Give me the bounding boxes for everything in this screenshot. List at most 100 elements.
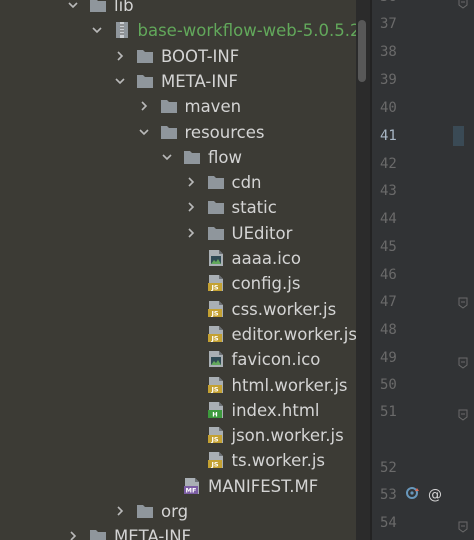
tree-item-label: base-workflow-web-5.0.5.2 (137, 21, 357, 41)
line-number: 44 (380, 211, 397, 227)
tree-row-meta-inf[interactable]: META-INF (0, 69, 356, 94)
tree-row-html-worker-js[interactable]: JS html.worker.js (0, 373, 356, 398)
tree-row-ueditor[interactable]: UEditor (0, 221, 356, 246)
tree-row-ts-worker-js[interactable]: JS ts.worker.js (0, 448, 356, 473)
tree-row-maven[interactable]: maven (0, 94, 356, 119)
folder-icon (160, 97, 178, 115)
tree-row-cdn[interactable]: cdn (0, 170, 356, 195)
ide-window: lib base-workflow-web-5.0.5.2 BOOT-INF META… (0, 0, 474, 540)
chevron-down-icon[interactable] (161, 151, 173, 163)
line-number: 49 (380, 350, 397, 366)
line-number: 48 (380, 322, 397, 338)
tree-item-label: index.html (231, 400, 320, 420)
chevron-right-icon[interactable] (185, 176, 197, 188)
tree-row-json-worker-js[interactable]: JS json.worker.js (0, 423, 356, 448)
tree-item-label: css.worker.js (231, 299, 337, 319)
chevron-right-icon[interactable] (185, 227, 197, 239)
tree-item-label: aaaa.ico (231, 249, 301, 268)
image-file-icon (207, 249, 225, 267)
tree-row-static[interactable]: static (0, 195, 356, 220)
tree-row-config-js[interactable]: JS config.js (0, 271, 356, 296)
fold-marker-icon[interactable] (458, 354, 468, 369)
tree-item-label: ts.worker.js (231, 451, 326, 471)
tree-item-label: UEditor (231, 223, 293, 243)
folder-icon (89, 527, 107, 540)
chevron-down-icon[interactable] (67, 0, 79, 11)
html-file-icon: H (207, 401, 225, 419)
chevron-down-icon[interactable] (91, 24, 103, 36)
tree-row-meta-inf[interactable]: META-INF (0, 524, 356, 540)
tree-item-label: config.js (231, 274, 301, 294)
override-method-icon[interactable] (405, 485, 421, 507)
tree-item-label: favicon.ico (231, 350, 321, 370)
tree-row-css-worker-js[interactable]: JS css.worker.js (0, 297, 356, 322)
svg-text:JS: JS (210, 284, 218, 292)
tree-row-editor-worker-js[interactable]: JS editor.worker.js (0, 322, 356, 347)
svg-text:JS: JS (210, 385, 218, 393)
chevron-right-icon[interactable] (185, 201, 197, 213)
javascript-file-icon: JS (207, 426, 225, 444)
svg-text:JS: JS (210, 436, 218, 444)
folder-icon (207, 224, 225, 242)
fold-marker-icon[interactable] (458, 0, 468, 9)
svg-text:H: H (212, 410, 217, 418)
line-number: 45 (380, 239, 397, 255)
javascript-file-icon: JS (207, 451, 225, 469)
line-number: 52 (380, 460, 397, 476)
chevron-right-icon[interactable] (67, 530, 79, 540)
line-number: 47 (380, 294, 397, 310)
tree-row-resources[interactable]: resources (0, 120, 356, 145)
line-number: 54 (380, 515, 397, 531)
fold-marker-icon[interactable] (458, 294, 468, 309)
tree-item-label: META-INF (161, 71, 239, 91)
folder-icon (136, 72, 154, 90)
fold-marker-icon[interactable] (458, 406, 468, 421)
svg-text:JS: JS (210, 334, 218, 342)
svg-text:JS: JS (210, 461, 218, 469)
tree-item-label: flow (208, 147, 242, 167)
line-number: 38 (380, 44, 397, 60)
javascript-file-icon: JS (207, 300, 225, 318)
javascript-file-icon: JS (207, 376, 225, 394)
line-number: 51 (380, 404, 397, 420)
line-number: 40 (380, 100, 397, 116)
folder-icon (89, 0, 107, 14)
tree-row-favicon-ico[interactable]: favicon.ico (0, 347, 356, 372)
tree-item-label: json.worker.js (231, 426, 344, 446)
line-number: 42 (380, 156, 397, 172)
tree-item-label: META-INF (114, 527, 192, 540)
project-tree[interactable]: lib base-workflow-web-5.0.5.2 BOOT-INF META… (0, 0, 356, 540)
chevron-right-icon[interactable] (138, 100, 150, 112)
svg-text:JS: JS (210, 309, 218, 317)
line-number: 39 (380, 72, 397, 88)
tree-row-manifest-mf[interactable]: MF MANIFEST.MF (0, 474, 356, 499)
tree-row-base-workflow-web-5-0-5-2[interactable]: base-workflow-web-5.0.5.2 (0, 18, 356, 43)
chevron-down-icon[interactable] (114, 75, 126, 87)
tree-item-label: org (161, 502, 189, 521)
line-number: 41 (380, 128, 397, 144)
tree-scrollbar-thumb[interactable] (358, 20, 366, 82)
line-number: 50 (380, 377, 397, 393)
chevron-right-icon[interactable] (114, 505, 126, 517)
folder-icon (183, 148, 201, 166)
chevron-down-icon[interactable] (138, 126, 150, 138)
tree-row-flow[interactable]: flow (0, 145, 356, 170)
fold-marker-icon[interactable] (458, 518, 468, 533)
folder-icon (160, 123, 178, 141)
chevron-right-icon[interactable] (114, 50, 126, 62)
current-line-marker (453, 126, 464, 146)
tree-item-label: BOOT-INF (161, 46, 240, 66)
folder-icon (136, 502, 154, 520)
tree-row-boot-inf[interactable]: BOOT-INF (0, 44, 356, 69)
javascript-file-icon: JS (207, 325, 225, 343)
tree-item-label: MANIFEST.MF (208, 476, 319, 496)
javascript-file-icon: JS (207, 274, 225, 292)
tree-item-label: html.worker.js (231, 375, 348, 395)
folder-icon (207, 198, 225, 216)
tree-row-index-html[interactable]: Hindex.html (0, 398, 356, 423)
tree-item-label: resources (184, 122, 265, 142)
tree-row-org[interactable]: org (0, 499, 356, 524)
tree-row-aaaa-ico[interactable]: aaaa.ico (0, 246, 356, 271)
tree-row-lib[interactable]: lib (0, 0, 356, 18)
line-number: 43 (380, 183, 397, 199)
